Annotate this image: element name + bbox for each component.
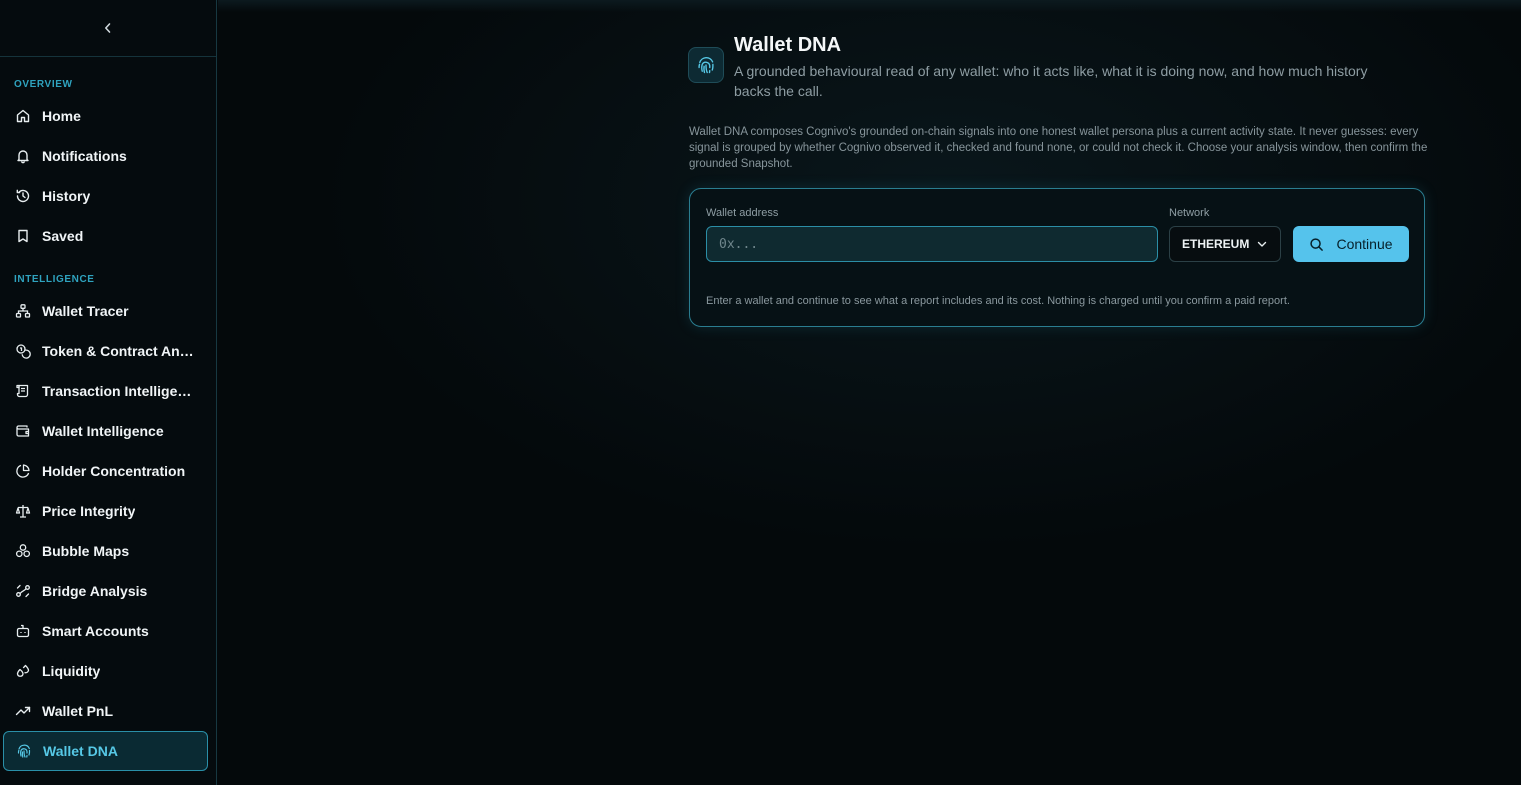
form-hint: Enter a wallet and continue to see what … — [706, 295, 1290, 307]
sidebar-item-smart-accounts[interactable]: Smart Accounts — [3, 611, 208, 651]
main-content: Wallet DNA A grounded behavioural read o… — [218, 0, 1521, 785]
sidebar-item-label: Bridge Analysis — [42, 583, 148, 599]
section-label-intelligence: INTELLIGENCE — [14, 274, 95, 285]
wallet-address-input[interactable] — [706, 226, 1158, 262]
page-description: Wallet DNA composes Cognivo's grounded o… — [689, 126, 1428, 170]
sidebar-item-liquidity[interactable]: Liquidity — [3, 651, 208, 691]
sidebar-header — [0, 0, 216, 57]
sidebar-item-label: Transaction Intelligence — [42, 383, 194, 399]
sidebar-item-notifications[interactable]: Notifications — [3, 136, 208, 176]
sidebar-item-price-integrity[interactable]: Price Integrity — [3, 491, 208, 531]
network-label: Network — [1169, 207, 1210, 219]
wallet-address-label: Wallet address — [706, 207, 779, 219]
wallet-lookup-card: Wallet address Network ETHEREUM Continue… — [689, 188, 1425, 327]
sidebar-item-token-contract-analysis[interactable]: Token & Contract Analysis — [3, 331, 208, 371]
bookmark-icon — [14, 227, 32, 245]
scroll-icon — [14, 382, 32, 400]
continue-button-label: Continue — [1336, 236, 1393, 252]
history-icon — [14, 187, 32, 205]
wallet-icon — [14, 422, 32, 440]
network-select-value: ETHEREUM — [1182, 237, 1250, 251]
sidebar-item-bubble-maps[interactable]: Bubble Maps — [3, 531, 208, 571]
sidebar-item-label: Price Integrity — [42, 503, 136, 519]
sidebar-item-history[interactable]: History — [3, 176, 208, 216]
sidebar-item-label: Wallet Tracer — [42, 303, 129, 319]
sidebar: OVERVIEW Home Notifications History Save… — [0, 0, 217, 785]
page-subtitle: A grounded behavioural read of any walle… — [734, 63, 1368, 99]
droplets-icon — [14, 662, 32, 680]
sidebar-item-label: Home — [42, 108, 81, 124]
sidebar-item-label: Holder Concentration — [42, 463, 186, 479]
chevron-down-icon — [1256, 238, 1268, 253]
chevron-left-icon[interactable] — [98, 18, 118, 38]
sidebar-item-label: History — [42, 188, 91, 204]
bubbles-icon — [14, 542, 32, 560]
sidebar-item-label: Wallet DNA — [43, 743, 118, 759]
fingerprint-icon — [15, 742, 33, 760]
sidebar-item-wallet-intelligence[interactable]: Wallet Intelligence — [3, 411, 208, 451]
section-label-overview: OVERVIEW — [14, 79, 73, 90]
sidebar-item-label: Liquidity — [42, 663, 101, 679]
sidebar-item-label: Token & Contract Analysis — [42, 343, 194, 359]
sidebar-item-wallet-dna[interactable]: Wallet DNA — [3, 731, 208, 771]
pie-chart-icon — [14, 462, 32, 480]
sidebar-item-label: Smart Accounts — [42, 623, 149, 639]
fingerprint-icon — [688, 47, 724, 83]
bridge-icon — [14, 582, 32, 600]
search-icon — [1309, 237, 1324, 252]
sidebar-item-label: Bubble Maps — [42, 543, 130, 559]
sidebar-item-label: Notifications — [42, 148, 127, 164]
network-icon — [14, 302, 32, 320]
network-select[interactable]: ETHEREUM — [1169, 226, 1281, 262]
sidebar-item-wallet-tracer[interactable]: Wallet Tracer — [3, 291, 208, 331]
sidebar-item-saved[interactable]: Saved — [3, 216, 208, 256]
sidebar-item-wallet-pnl[interactable]: Wallet PnL — [3, 691, 208, 731]
app-window: OVERVIEW Home Notifications History Save… — [0, 0, 1521, 785]
top-shadow — [218, 0, 1521, 12]
sidebar-item-holder-concentration[interactable]: Holder Concentration — [3, 451, 208, 491]
sidebar-item-label: Wallet PnL — [42, 703, 114, 719]
sidebar-item-bridge-analysis[interactable]: Bridge Analysis — [3, 571, 208, 611]
bot-icon — [14, 622, 32, 640]
sidebar-item-home[interactable]: Home — [3, 96, 208, 136]
page-title: Wallet DNA — [734, 34, 842, 56]
home-icon — [14, 107, 32, 125]
trending-up-icon — [14, 702, 32, 720]
coins-icon — [14, 342, 32, 360]
sidebar-item-label: Wallet Intelligence — [42, 423, 164, 439]
bell-icon — [14, 147, 32, 165]
scale-icon — [14, 502, 32, 520]
continue-button[interactable]: Continue — [1293, 226, 1409, 262]
sidebar-item-label: Saved — [42, 228, 84, 244]
sidebar-item-transaction-intelligence[interactable]: Transaction Intelligence — [3, 371, 208, 411]
